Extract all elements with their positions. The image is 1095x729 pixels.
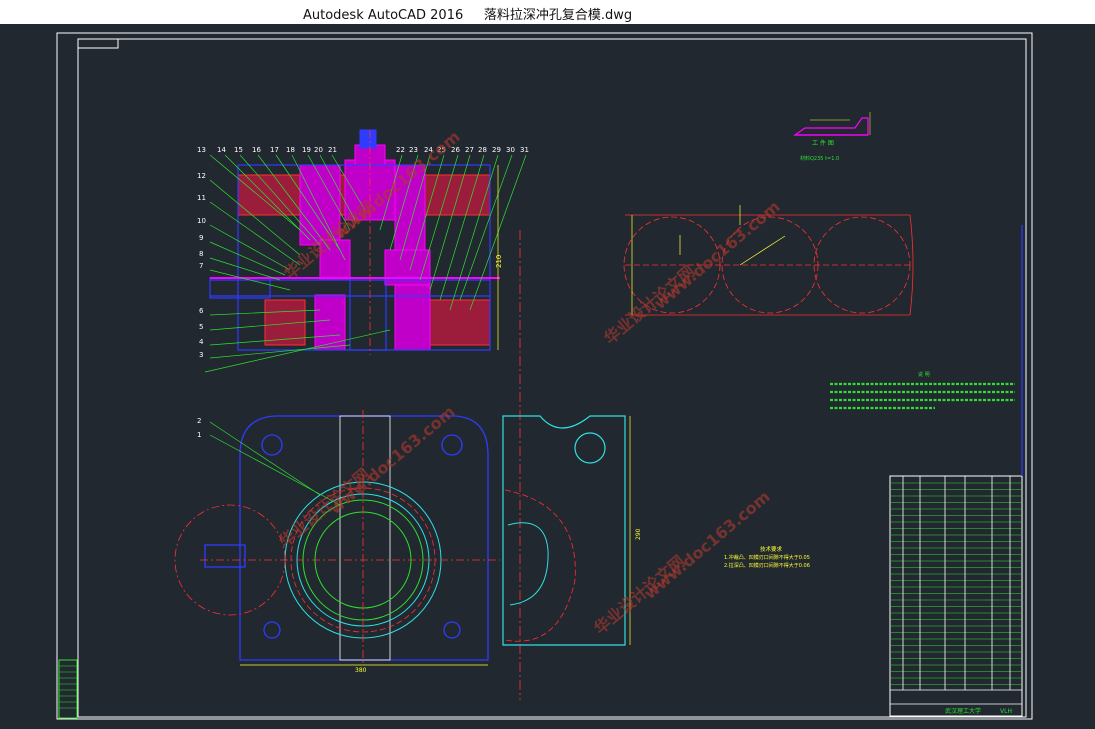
part-label: 5 (199, 323, 203, 331)
part-label: 31 (520, 146, 529, 154)
part-label: 30 (506, 146, 515, 154)
section-height-dimension: 210 (495, 255, 503, 268)
part-label: 29 (492, 146, 501, 154)
inner-frame (77, 38, 1027, 718)
school-name: 武汉理工大学 (945, 707, 981, 715)
workpiece-drawing[interactable]: 工 件 图 材料Q235 t=1.0 (793, 112, 871, 162)
part-label: 17 (270, 146, 279, 154)
part-label: 22 (396, 146, 405, 154)
plan-height-dimension: 290 (635, 528, 642, 540)
bill-of-materials[interactable]: 武汉理工大学 VLH (889, 475, 1023, 717)
plan-view[interactable]: 2 1 380 (174, 410, 500, 674)
part-label: 3 (199, 351, 203, 359)
drawing-svg[interactable]: 210 13 14 15 16 17 18 19 20 21 22 23 24 … (0, 24, 1095, 725)
part-label: 11 (197, 194, 206, 202)
notes-title: 说 明 (918, 371, 930, 378)
part-label: 9 (199, 234, 203, 242)
part-label: 1 (197, 431, 201, 439)
plan-width-dimension: 380 (355, 667, 367, 674)
part-label: 16 (252, 146, 261, 154)
part-label: 14 (217, 146, 226, 154)
notes-block: 说 明 (830, 371, 1015, 410)
tech-requirement-2: 2.拉深凸、凹模刃口间隙不得大于0.06 (724, 562, 810, 569)
workpiece-material: 材料Q235 t=1.0 (800, 155, 839, 162)
part-label: 15 (234, 146, 243, 154)
part-label: 18 (286, 146, 295, 154)
part-label: 4 (199, 338, 204, 346)
part-label: 20 (314, 146, 323, 154)
tech-requirements-title: 技术要求 (760, 545, 783, 553)
section-view[interactable]: 210 13 14 15 16 17 18 19 20 21 22 23 24 … (197, 129, 529, 373)
watermark-url: www.doc163.com (650, 197, 783, 313)
outer-frame (56, 32, 1033, 720)
title-bar: Autodesk AutoCAD 2016 落料拉深冲孔复合模.dwg (0, 0, 1095, 24)
drawing-code: VLH (1000, 708, 1012, 715)
part-label: 6 (199, 307, 204, 315)
watermark-url: www.doc163.com (640, 487, 773, 603)
part-label: 21 (328, 146, 337, 154)
part-label: 19 (302, 146, 311, 154)
tech-requirements: 技术要求 1.冲裁凸、凹模刃口间隙不得大于0.05 2.拉深凸、凹模刃口间隙不得… (724, 545, 810, 569)
part-label: 10 (197, 217, 206, 225)
part-label: 13 (197, 146, 206, 154)
tech-requirement-1: 1.冲裁凸、凹模刃口间隙不得大于0.05 (724, 554, 810, 561)
part-label: 23 (409, 146, 418, 154)
corner-label-box (77, 38, 119, 49)
part-label: 2 (197, 417, 201, 425)
part-label: 8 (199, 250, 203, 258)
drawing-canvas[interactable]: 210 13 14 15 16 17 18 19 20 21 22 23 24 … (0, 24, 1095, 725)
window-title: Autodesk AutoCAD 2016 落料拉深冲孔复合模.dwg (303, 8, 633, 23)
workpiece-label: 工 件 图 (812, 139, 834, 147)
part-label: 27 (465, 146, 474, 154)
part-label: 7 (199, 262, 203, 270)
part-label: 28 (478, 146, 487, 154)
revision-strip (58, 659, 78, 719)
part-label: 12 (197, 172, 206, 180)
